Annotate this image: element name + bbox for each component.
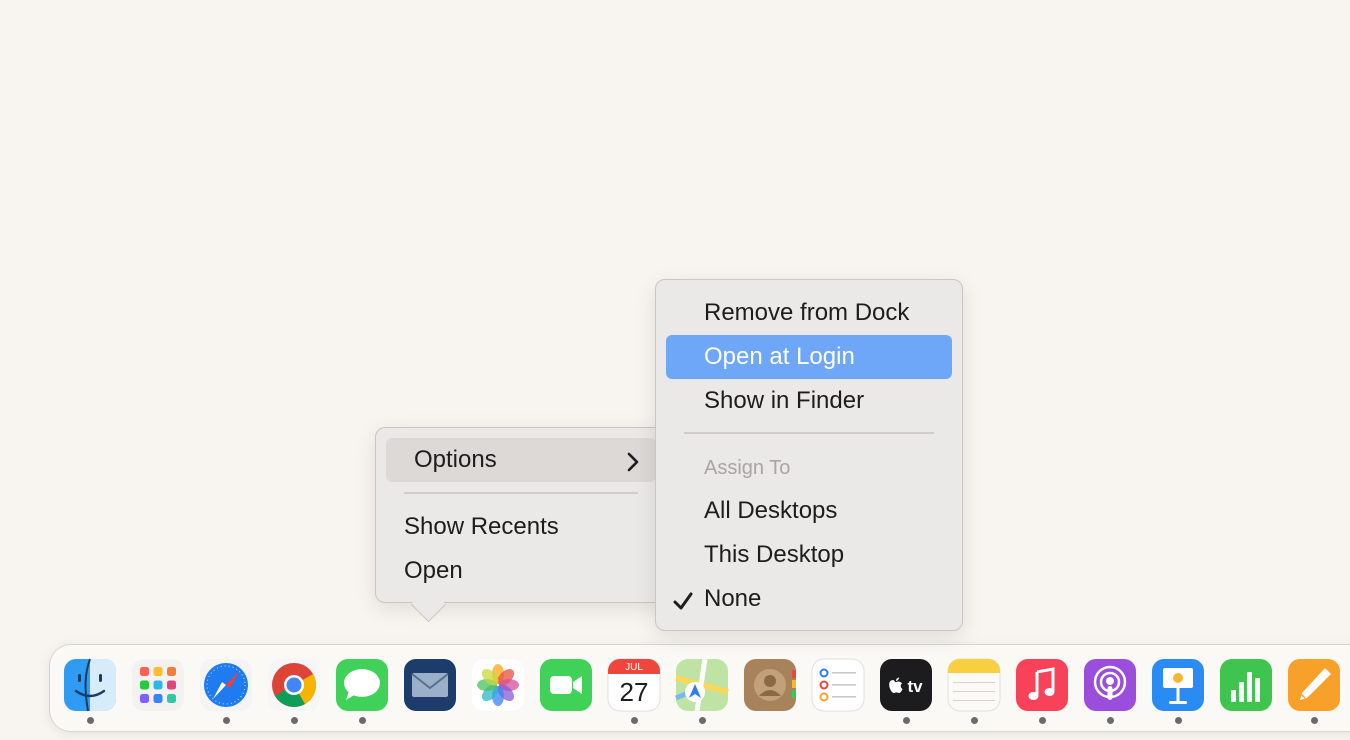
finder-icon xyxy=(64,658,116,712)
dock-item-notes[interactable] xyxy=(947,658,1001,712)
dock-item-reminders[interactable] xyxy=(811,658,865,712)
dock-item-contacts[interactable] xyxy=(743,658,797,712)
dock-item-mail[interactable] xyxy=(403,658,457,712)
podcasts-icon xyxy=(1084,659,1136,711)
mail-icon xyxy=(404,659,456,711)
menu-item-show-in-finder-label: Show in Finder xyxy=(704,387,865,414)
menu-item-none[interactable]: None xyxy=(666,577,952,621)
running-indicator xyxy=(1107,717,1114,724)
menu-item-options-label: Options xyxy=(414,446,497,473)
dock-item-launchpad[interactable] xyxy=(131,658,185,712)
dock-item-numbers[interactable] xyxy=(1219,658,1273,712)
dock-item-pages[interactable] xyxy=(1287,658,1341,712)
options-submenu: Remove from Dock Open at Login Show in F… xyxy=(655,279,963,631)
running-indicator xyxy=(971,717,978,724)
running-indicator xyxy=(1175,717,1182,724)
dock-item-maps[interactable] xyxy=(675,658,729,712)
reminders-icon xyxy=(811,658,865,712)
running-indicator xyxy=(699,717,706,724)
appletv-icon: tv xyxy=(880,659,932,711)
menu-item-show-in-finder[interactable]: Show in Finder xyxy=(666,379,952,423)
messages-icon xyxy=(336,659,388,711)
tv-label: tv xyxy=(907,677,923,696)
running-indicator xyxy=(1039,717,1046,724)
menu-item-none-label: None xyxy=(704,585,762,612)
maps-icon xyxy=(675,658,729,712)
running-indicator xyxy=(291,717,298,724)
dock-item-safari[interactable] xyxy=(199,658,253,712)
running-indicator xyxy=(631,717,638,724)
dock-item-calendar[interactable]: JUL 27 xyxy=(607,658,661,712)
assign-to-header: Assign To xyxy=(704,457,791,479)
chevron-right-icon xyxy=(626,438,640,482)
dock-item-chrome[interactable] xyxy=(267,658,321,712)
running-indicator xyxy=(1311,717,1318,724)
menu-item-open-at-login-label: Open at Login xyxy=(704,343,855,370)
menu-item-this-desktop-label: This Desktop xyxy=(704,541,845,568)
running-indicator xyxy=(87,717,94,724)
dock-item-keynote[interactable] xyxy=(1151,658,1205,712)
menu-item-all-desktops[interactable]: All Desktops xyxy=(666,489,952,533)
menu-item-all-desktops-label: All Desktops xyxy=(704,497,838,524)
dock: JUL 27 tv xyxy=(49,644,1350,732)
dock-item-podcasts[interactable] xyxy=(1083,658,1137,712)
launchpad-icon xyxy=(132,659,184,711)
photos-icon xyxy=(472,659,524,711)
dock-item-photos[interactable] xyxy=(471,658,525,712)
running-indicator xyxy=(359,717,366,724)
pages-icon xyxy=(1288,659,1340,711)
safari-icon xyxy=(200,659,252,711)
menu-item-remove-from-dock-label: Remove from Dock xyxy=(704,299,910,326)
calendar-day: 27 xyxy=(620,677,649,707)
menu-item-show-recents-label: Show Recents xyxy=(404,513,559,540)
chrome-icon xyxy=(268,659,320,711)
menu-item-open-at-login[interactable]: Open at Login xyxy=(666,335,952,379)
contacts-icon xyxy=(744,659,796,711)
menu-item-options[interactable]: Options xyxy=(386,438,656,482)
numbers-icon xyxy=(1220,659,1272,711)
checkmark-icon xyxy=(672,577,694,621)
dock-item-music[interactable] xyxy=(1015,658,1069,712)
running-indicator xyxy=(903,717,910,724)
keynote-icon xyxy=(1152,659,1204,711)
calendar-icon: JUL 27 xyxy=(607,658,661,712)
menu-item-remove-from-dock[interactable]: Remove from Dock xyxy=(666,291,952,335)
dock-item-finder[interactable] xyxy=(63,658,117,712)
running-indicator xyxy=(223,717,230,724)
dock-context-menu: Options Show Recents Open xyxy=(375,427,665,603)
menu-separator xyxy=(684,432,934,434)
menu-separator xyxy=(404,492,638,494)
dock-item-facetime[interactable] xyxy=(539,658,593,712)
menu-item-this-desktop[interactable]: This Desktop xyxy=(666,533,952,577)
notes-icon xyxy=(947,658,1001,712)
dock-item-messages[interactable] xyxy=(335,658,389,712)
menu-item-show-recents[interactable]: Show Recents xyxy=(386,505,656,549)
calendar-month: JUL xyxy=(625,662,643,673)
dock-item-tv[interactable]: tv xyxy=(879,658,933,712)
facetime-icon xyxy=(540,659,592,711)
menu-item-open-label: Open xyxy=(404,557,463,584)
music-icon xyxy=(1016,659,1068,711)
menu-item-open[interactable]: Open xyxy=(386,549,656,593)
